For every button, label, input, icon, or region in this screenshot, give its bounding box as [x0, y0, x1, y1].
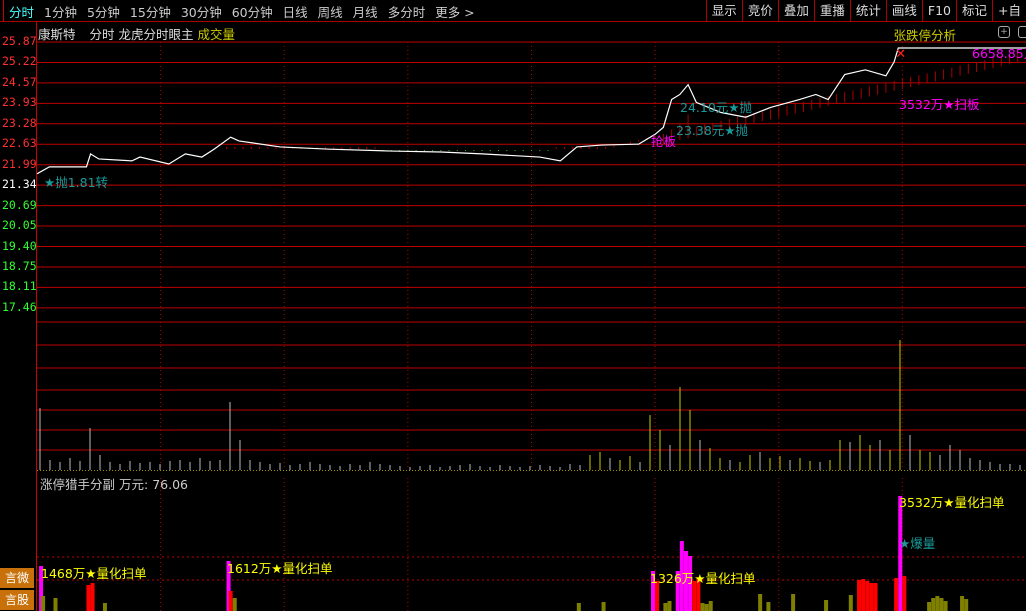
limit-amount-label: 6658.85万 [972, 46, 1026, 61]
price-tick-label: 20.05 [2, 218, 37, 233]
sub-panel-title: 涨停猎手分副 万元: 76.06 [40, 474, 188, 493]
price-tick-label: 22.63 [2, 136, 37, 151]
grab-limit-label: 抢板 [651, 134, 677, 149]
sub-bar [766, 602, 771, 611]
price-tick-label: 21.99 [2, 156, 37, 171]
scan-order-label: 3532万★量化扫单 [899, 495, 1005, 510]
sub-bar [869, 583, 874, 611]
price-tick-label: 20.69 [2, 197, 37, 212]
sub-bar [228, 591, 233, 611]
sub-bar [898, 496, 903, 611]
buy-signal-label: ★抛1.81转 [44, 175, 109, 190]
sub-bar [758, 594, 763, 611]
price-tick-label: 25.22 [2, 54, 37, 69]
sub-bar [857, 580, 862, 611]
sub-bar [41, 596, 46, 611]
sub-bar [90, 583, 95, 611]
volume-burst-label: ★爆量 [899, 536, 936, 551]
sub-bar [865, 581, 870, 611]
price-tick-label: 19.40 [2, 238, 37, 253]
scan-order-label: 1468万★量化扫单 [41, 566, 147, 581]
sub-bar [931, 598, 936, 611]
sub-bar [935, 596, 940, 611]
sub-bar [964, 599, 969, 611]
limit-up-x-icon: ✕ [895, 47, 906, 62]
price-tick-label: 25.87 [2, 34, 37, 48]
sub-bar [601, 602, 606, 611]
sub-bar [861, 579, 866, 611]
sub-bar [700, 603, 705, 611]
sub-bar [663, 603, 668, 611]
side-button-wechat[interactable]: 言微信 [0, 568, 34, 588]
sub-bar [102, 603, 107, 611]
scan-order-label: 1612万★量化扫单 [227, 561, 333, 576]
price-tick-label: 23.93 [2, 95, 37, 110]
sub-bar [53, 598, 58, 611]
side-button-search[interactable]: 言股搜 [0, 590, 34, 610]
sub-value: 76.06 [152, 477, 188, 492]
sub-bar [873, 583, 878, 611]
sub-bar [902, 576, 907, 611]
sell-signal-label: 24.10元★抛 [680, 100, 752, 115]
sub-unit-label: 万元: [119, 477, 149, 492]
intraday-chart[interactable]: ✕ [0, 0, 1026, 611]
price-tick-label: 18.11 [2, 279, 37, 294]
sub-bar [824, 600, 829, 611]
sub-bar [704, 604, 709, 611]
sub-bar [708, 601, 713, 611]
price-tick-label: 23.28 [2, 115, 37, 130]
sell-signal-label: 23.38元★抛 [676, 123, 748, 138]
sub-bar [960, 596, 965, 611]
sub-bar [848, 595, 853, 611]
sub-bar [894, 578, 899, 611]
scan-order-label: 1326万★量化扫单 [650, 571, 756, 586]
sub-bar [943, 601, 948, 611]
scan-limit-label: 3532万★扫板 [899, 97, 980, 112]
sub-bar [939, 598, 944, 611]
sub-indicator-name: 涨停猎手分副 [40, 477, 116, 492]
sub-bar [791, 594, 796, 611]
sub-bar [86, 585, 91, 611]
price-tick-label: 18.75 [2, 258, 37, 273]
price-tick-label: 24.57 [2, 74, 37, 89]
price-tick-label: 21.34 [2, 177, 37, 192]
sub-bar [927, 602, 932, 611]
price-tick-label: 17.46 [2, 299, 37, 314]
sub-bar [576, 603, 581, 611]
sub-bar [232, 598, 237, 611]
sub-bar [667, 601, 672, 611]
